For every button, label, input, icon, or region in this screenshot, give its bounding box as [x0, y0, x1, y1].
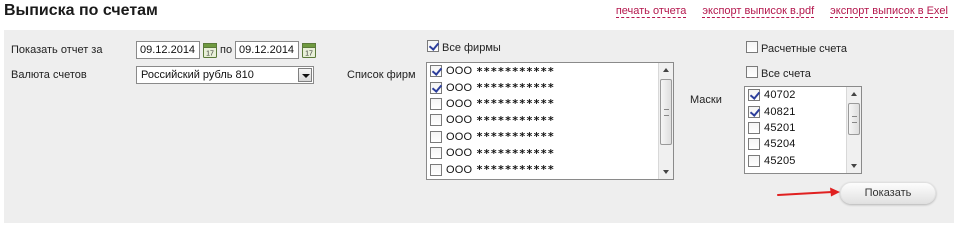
firm-mask: ***********: [476, 81, 555, 95]
firm-list-item[interactable]: ООО ***********: [427, 112, 555, 128]
date-to-input[interactable]: 09.12.2014: [235, 41, 299, 59]
firm-list-scrollbar[interactable]: [658, 63, 673, 179]
currency-value: Российский рубль 810: [141, 69, 254, 81]
mask-list-item[interactable]: 45204: [745, 136, 796, 152]
calendar-icon[interactable]: 17: [302, 42, 316, 58]
firm-mask: ***********: [476, 97, 555, 111]
all-accounts-checkbox[interactable]: [746, 66, 758, 78]
date-from-input[interactable]: 09.12.2014: [136, 41, 200, 59]
mask-value: 45204: [764, 138, 796, 151]
mask-list-item[interactable]: 40702: [745, 87, 796, 103]
firm-checkbox[interactable]: [430, 163, 442, 176]
all-firms-checkbox[interactable]: [427, 40, 439, 52]
firm-list-item[interactable]: ООО ***********: [427, 79, 555, 95]
mask-checkbox[interactable]: [748, 89, 760, 102]
firm-checkbox[interactable]: [430, 81, 442, 94]
red-arrow-icon: [777, 187, 840, 197]
page-title: Выписка по счетам: [4, 2, 158, 19]
all-firms-label: Все фирмы: [442, 42, 501, 54]
export-excel-link[interactable]: экспорт выписок в Exel: [830, 5, 948, 18]
scroll-thumb[interactable]: [660, 79, 672, 145]
firm-list-item[interactable]: ООО ***********: [427, 63, 555, 79]
masks-label: Маски: [690, 94, 722, 106]
mask-list-item[interactable]: 45201: [745, 120, 796, 136]
currency-select[interactable]: Российский рубль 810: [136, 66, 314, 84]
mask-value: 40702: [764, 89, 796, 102]
firm-name: ООО: [446, 130, 473, 143]
mask-value: 45205: [764, 154, 796, 167]
firm-name: ООО: [446, 147, 473, 160]
firm-checkbox[interactable]: [430, 114, 442, 127]
mask-value: 45201: [764, 121, 796, 134]
masks-listbox[interactable]: 40702 40821 45201 45204 45205: [744, 86, 862, 174]
firm-name: ООО: [446, 97, 473, 110]
svg-text:17: 17: [305, 51, 313, 58]
firm-mask: ***********: [476, 130, 555, 144]
scroll-down-icon[interactable]: [847, 159, 861, 173]
svg-text:17: 17: [206, 51, 214, 58]
firm-mask: ***********: [476, 146, 555, 160]
firm-list-item[interactable]: ООО ***********: [427, 129, 555, 145]
firm-list-item[interactable]: ООО ***********: [427, 161, 555, 177]
firm-list-label: Список фирм: [347, 69, 416, 81]
firm-listbox[interactable]: ООО *********** ООО *********** ООО *********…: [426, 62, 674, 180]
all-accounts-label: Все счета: [761, 68, 811, 80]
top-links: печать отчета экспорт выписок в.pdf эксп…: [615, 5, 948, 18]
firm-checkbox[interactable]: [430, 130, 442, 143]
mask-value: 40821: [764, 105, 796, 118]
scroll-up-icon[interactable]: [847, 87, 861, 101]
dropdown-arrow-icon[interactable]: [298, 68, 312, 82]
export-pdf-link[interactable]: экспорт выписок в.pdf: [702, 5, 815, 18]
firm-name: ООО: [446, 65, 473, 78]
firm-list-item[interactable]: ООО ***********: [427, 145, 555, 161]
mask-list-item[interactable]: 45205: [745, 153, 796, 169]
show-button[interactable]: Показать: [840, 182, 936, 204]
calendar-icon[interactable]: 17: [203, 42, 217, 58]
firm-list-items: ООО *********** ООО *********** ООО *********…: [427, 63, 555, 178]
mask-checkbox[interactable]: [748, 105, 760, 118]
scroll-down-icon[interactable]: [659, 165, 673, 179]
firm-checkbox[interactable]: [430, 147, 442, 160]
firm-list-item[interactable]: ООО ***********: [427, 96, 555, 112]
print-report-link[interactable]: печать отчета: [615, 5, 687, 18]
firm-name: ООО: [446, 114, 473, 127]
scroll-up-icon[interactable]: [659, 63, 673, 77]
currency-label: Валюта счетов: [11, 69, 87, 81]
firm-mask: ***********: [476, 113, 555, 127]
settlement-accounts-label: Расчетные счета: [761, 43, 848, 55]
firm-checkbox[interactable]: [430, 97, 442, 110]
mask-checkbox[interactable]: [748, 138, 760, 151]
settlement-accounts-checkbox[interactable]: [746, 41, 758, 53]
mask-checkbox[interactable]: [748, 121, 760, 134]
mask-list-item[interactable]: 40821: [745, 103, 796, 119]
to-label: по: [220, 44, 233, 56]
firm-checkbox[interactable]: [430, 65, 442, 78]
mask-checkbox[interactable]: [748, 154, 760, 167]
mask-list-items: 40702 40821 45201 45204 45205: [745, 87, 796, 169]
firm-mask: ***********: [476, 64, 555, 78]
period-label: Показать отчет за: [11, 44, 103, 56]
firm-name: ООО: [446, 81, 473, 94]
firm-mask: ***********: [476, 163, 555, 177]
masks-scrollbar[interactable]: [846, 87, 861, 173]
firm-name: ООО: [446, 163, 473, 176]
scroll-thumb[interactable]: [848, 103, 860, 135]
